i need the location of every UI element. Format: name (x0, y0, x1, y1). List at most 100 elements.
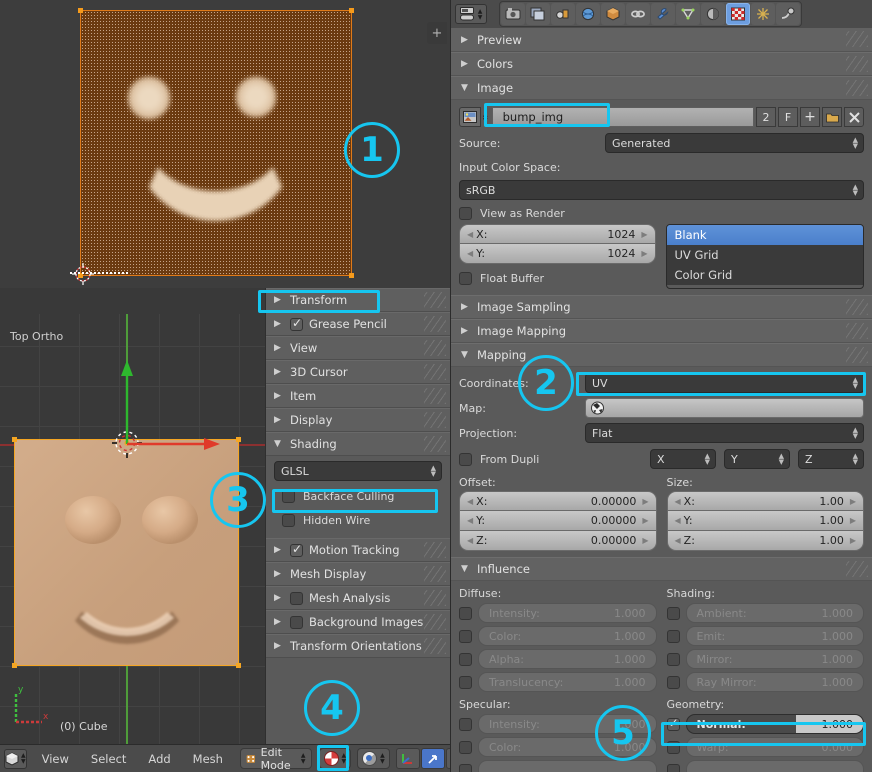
scene-tab[interactable] (551, 3, 575, 25)
generated-width-field[interactable]: ◀ X: 1024 ▶ (459, 224, 656, 244)
viewport-shading-selector[interactable]: ▲ ▼ (318, 748, 352, 769)
mesh-vertex[interactable] (12, 437, 17, 442)
decrement-arrow-icon[interactable]: ◀ (675, 536, 681, 545)
geometry-extra-slider[interactable] (685, 760, 864, 772)
shading-ray-mirror-checkbox[interactable] (666, 675, 680, 689)
backface-culling-checkbox[interactable] (282, 489, 295, 503)
view-as-render-row[interactable]: View as Render (451, 202, 872, 224)
material-tab[interactable] (701, 3, 725, 25)
increment-arrow-icon[interactable]: ▶ (642, 497, 648, 506)
grease-pencil-checkbox[interactable] (290, 316, 303, 331)
increment-arrow-icon[interactable]: ▶ (850, 516, 856, 525)
translate-manipulator-button[interactable] (420, 748, 445, 769)
texture-tab[interactable] (726, 3, 750, 25)
diffuse-intensity-checkbox[interactable] (459, 606, 472, 620)
mesh-vertex[interactable] (12, 663, 17, 668)
hidden-wire-checkbox[interactable] (282, 513, 295, 527)
uv-vertex[interactable] (78, 8, 83, 13)
particles-tab[interactable] (751, 3, 775, 25)
editor-type-selector-props[interactable]: ▲ ▼ (455, 4, 487, 24)
sidebar-item-view[interactable]: ▶ View (266, 336, 450, 360)
float-buffer-row[interactable]: Float Buffer (459, 267, 656, 289)
shading-mirror-checkbox[interactable] (666, 652, 680, 666)
colorspace-dropdown[interactable]: sRGB ▲ ▼ (459, 180, 864, 200)
geometry-normal-checkbox[interactable] (666, 716, 680, 731)
decrement-arrow-icon[interactable]: ◀ (467, 497, 473, 506)
render-layers-tab[interactable] (526, 3, 550, 25)
uv-vertex[interactable] (349, 273, 354, 278)
projection-axis-z[interactable]: Z ▲ ▼ (798, 449, 864, 469)
offset-z-field[interactable]: ◀ Z: 0.00000 ▶ (459, 531, 657, 551)
diffuse-color-checkbox[interactable] (459, 629, 472, 643)
from-dupli-checkbox[interactable] (459, 452, 472, 466)
sidebar-item-mesh-analysis[interactable]: ▶ Mesh Analysis (266, 586, 450, 610)
diffuse-alpha-checkbox[interactable] (459, 652, 472, 666)
float-buffer-checkbox[interactable] (459, 271, 472, 285)
increment-arrow-icon[interactable]: ▶ (641, 249, 647, 258)
modifiers-tab[interactable] (651, 3, 675, 25)
backface-culling-row[interactable]: Backface Culling (266, 484, 450, 508)
decrement-arrow-icon[interactable]: ◀ (467, 536, 473, 545)
increment-arrow-icon[interactable]: ▶ (642, 516, 648, 525)
data-tab[interactable] (676, 3, 700, 25)
menu-mesh-3d[interactable]: Mesh (182, 746, 234, 772)
editor-type-selector-3d[interactable]: ▲ ▼ (4, 748, 27, 769)
fake-user-button[interactable]: F (778, 107, 798, 127)
section-influence[interactable]: ▼ Influence (451, 557, 872, 581)
geometry-normal-slider[interactable]: Normal: 1.000 (685, 714, 864, 734)
image-name-input[interactable]: bump_img (491, 107, 754, 127)
sidebar-item-transform[interactable]: ▶ Transform (266, 288, 450, 312)
open-file-icon[interactable] (822, 107, 842, 127)
shading-emit-checkbox[interactable] (666, 629, 680, 643)
shading-emit-slider[interactable]: Emit: 1.000 (685, 626, 864, 646)
constraints-tab[interactable] (626, 3, 650, 25)
toolbar-expand-button[interactable]: + (427, 22, 447, 44)
section-colors[interactable]: ▶ Colors (451, 52, 872, 76)
diffuse-color-slider[interactable]: Color: 1.000 (478, 626, 657, 646)
specular-intensity-checkbox[interactable] (459, 717, 472, 731)
decrement-arrow-icon[interactable]: ◀ (675, 516, 681, 525)
uv-canvas-image[interactable] (78, 8, 354, 278)
sidebar-item-mesh-display[interactable]: ▶ Mesh Display (266, 562, 450, 586)
menu-add-3d[interactable]: Add (137, 746, 181, 772)
section-mapping[interactable]: ▼ Mapping (451, 343, 872, 367)
source-dropdown[interactable]: Generated ▲ ▼ (605, 133, 864, 153)
sidebar-item-background-images[interactable]: ▶ Background Images (266, 610, 450, 634)
projection-dropdown[interactable]: Flat ▲ ▼ (585, 423, 864, 443)
render-tab[interactable] (501, 3, 525, 25)
size-x-field[interactable]: ◀ X: 1.00 ▶ (666, 491, 864, 511)
sidebar-item-grease-pencil[interactable]: ▶ Grease Pencil (266, 312, 450, 336)
geometry-warp-slider[interactable]: Warp: 0.000 (685, 737, 864, 757)
physics-tab[interactable] (776, 3, 800, 25)
sidebar-item-item[interactable]: ▶ Item (266, 384, 450, 408)
diffuse-translucency-checkbox[interactable] (459, 675, 472, 689)
increment-arrow-icon[interactable]: ▶ (642, 536, 648, 545)
mesh-vertex[interactable] (236, 663, 241, 668)
sidebar-item-transform-orientations[interactable]: ▶ Transform Orientations (266, 634, 450, 658)
specular-extra-slider[interactable] (478, 760, 657, 772)
diffuse-alpha-slider[interactable]: Alpha: 1.000 (478, 649, 657, 669)
section-image-mapping[interactable]: ▶ Image Mapping (451, 319, 872, 343)
3d-viewport-canvas[interactable]: y x Top Ortho (0, 314, 265, 746)
projection-axis-y[interactable]: Y ▲ ▼ (724, 449, 790, 469)
shading-ambient-checkbox[interactable] (666, 606, 680, 620)
shading-ambient-slider[interactable]: Ambient: 1.000 (685, 603, 864, 623)
shading-ray-mirror-slider[interactable]: Ray Mirror: 1.000 (685, 672, 864, 692)
interaction-mode-selector[interactable]: Edit Mode ▲ ▼ (239, 746, 312, 772)
increment-arrow-icon[interactable]: ▶ (850, 497, 856, 506)
uv-vertex[interactable] (349, 8, 354, 13)
section-image-sampling[interactable]: ▶ Image Sampling (451, 295, 872, 319)
sidebar-item-display[interactable]: ▶ Display (266, 408, 450, 432)
translate-manipulator-icon[interactable] (100, 352, 230, 452)
sidebar-item-3d-cursor[interactable]: ▶ 3D Cursor (266, 360, 450, 384)
projection-axis-x[interactable]: X ▲ ▼ (650, 449, 716, 469)
increment-arrow-icon[interactable]: ▶ (850, 536, 856, 545)
uv-map-selector[interactable] (585, 398, 864, 418)
generated-height-field[interactable]: ◀ Y: 1024 ▶ (459, 244, 656, 264)
size-y-field[interactable]: ◀ Y: 1.00 ▶ (666, 511, 864, 531)
decrement-arrow-icon[interactable]: ◀ (675, 497, 681, 506)
shading-method-dropdown[interactable]: GLSL ▲ ▼ (274, 461, 442, 481)
mesh-vertex[interactable] (236, 437, 241, 442)
view-as-render-checkbox[interactable] (459, 206, 472, 220)
diffuse-intensity-slider[interactable]: Intensity: 1.000 (478, 603, 657, 623)
